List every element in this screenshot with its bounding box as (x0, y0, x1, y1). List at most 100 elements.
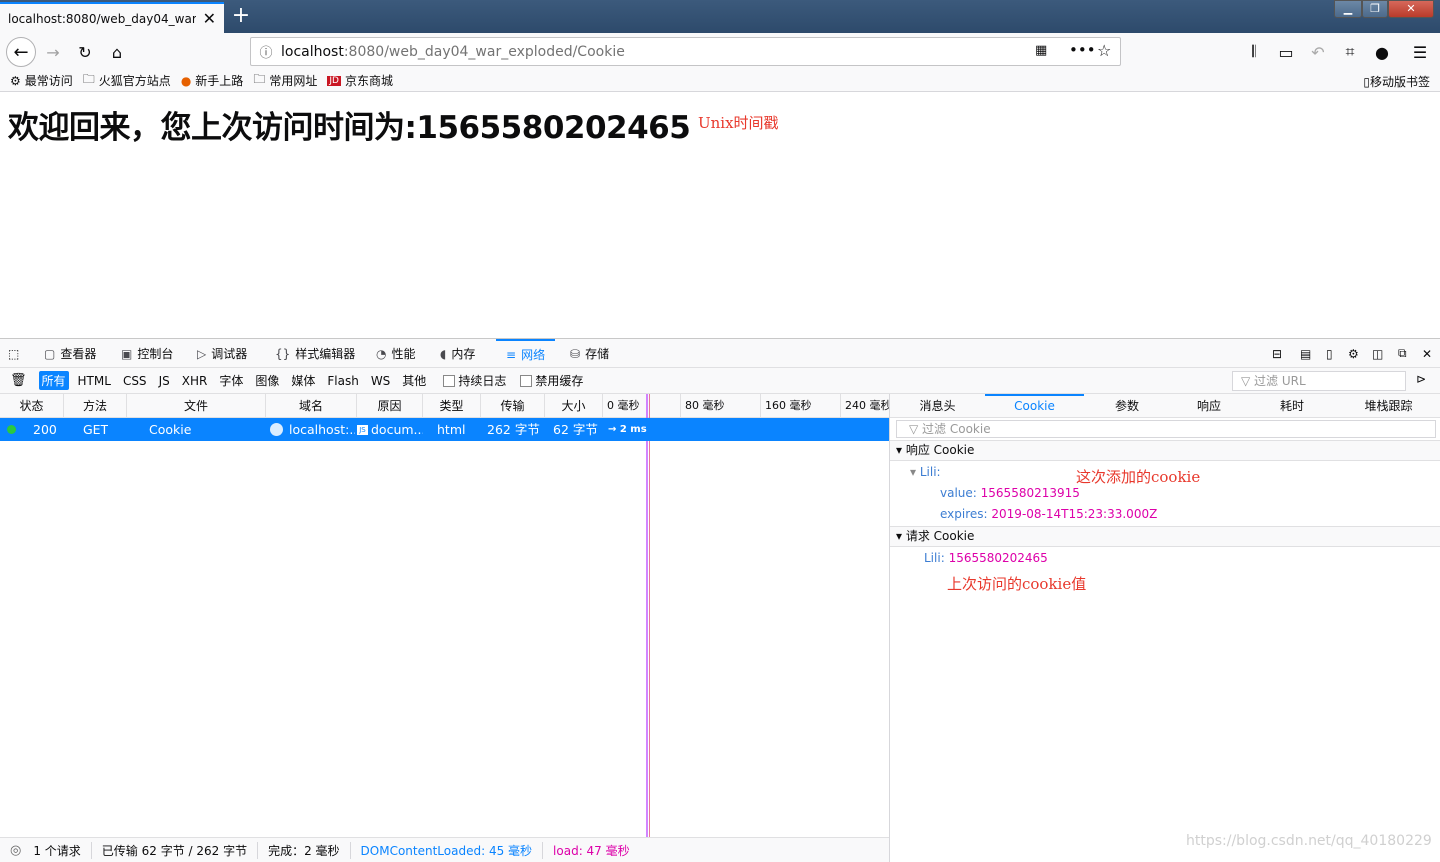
tab-style-editor[interactable]: {} 样式编辑器 (275, 339, 355, 368)
column-method[interactable]: 方法 (64, 394, 127, 418)
tab-params[interactable]: 参数 (1084, 394, 1170, 418)
undo-icon[interactable]: ↶ (1307, 41, 1329, 63)
url-text: localhost:8080/web_day04_war_exploded/Co… (281, 43, 625, 60)
column-transferred[interactable]: 传输 (481, 394, 545, 418)
filter-html[interactable]: HTML (75, 373, 114, 389)
close-devtools-icon[interactable]: ✕ (1422, 339, 1432, 368)
tab-debugger[interactable]: ▷ 调试器 (197, 339, 247, 368)
status-request-count: 1 个请求 (33, 841, 92, 859)
network-table-header: 状态 方法 文件 域名 原因 类型 传输 大小 0 毫秒 80 毫秒 160 毫… (0, 394, 889, 837)
filter-ws[interactable]: WS (368, 373, 393, 389)
tab-network[interactable]: ≡ 网络 (496, 339, 556, 368)
element-picker-icon[interactable]: ⬚ (8, 339, 19, 368)
new-tab-button[interactable]: + (230, 2, 252, 30)
reload-button[interactable]: ↻ (74, 41, 96, 63)
filter-fonts[interactable]: 字体 (216, 371, 246, 390)
info-icon[interactable]: ⓘ (251, 42, 281, 61)
tab-response[interactable]: 响应 (1170, 394, 1248, 418)
menu-icon[interactable]: ☰ (1409, 41, 1431, 63)
bookmark-common-sites[interactable]: 🗀 常用网址 (253, 70, 317, 91)
tab-stack-trace[interactable]: 堆栈跟踪 (1336, 394, 1440, 418)
home-button[interactable]: ⌂ (106, 41, 128, 63)
jd-logo-icon: JD (327, 75, 341, 86)
bookmark-most-visited[interactable]: ⚙ 最常访问 (10, 72, 73, 89)
expand-arrow-icon: ▾ (910, 465, 917, 479)
debugger-icon: ▷ (197, 346, 207, 361)
cookie-filter-input[interactable]: ▽ 过滤 Cookie (896, 420, 1436, 438)
status-finish: 完成：2 毫秒 (268, 841, 351, 859)
performance-icon[interactable]: ◎ (10, 843, 21, 858)
bookmark-star-icon[interactable]: ☆ (1097, 41, 1111, 60)
filter-xhr[interactable]: XHR (179, 373, 211, 389)
split-console-icon[interactable]: ▤ (1300, 339, 1311, 368)
responsive-icon[interactable]: ▯ (1326, 339, 1333, 368)
column-file[interactable]: 文件 (127, 394, 266, 418)
dock-side-icon[interactable]: ◫ (1372, 339, 1383, 368)
filter-images[interactable]: 图像 (252, 371, 282, 390)
tab-console[interactable]: ▣ 控制台 (121, 339, 173, 368)
screenshot-icon[interactable]: ⌗ (1339, 41, 1361, 63)
close-tab-icon[interactable]: ✕ (203, 9, 216, 28)
row-file: Cookie (149, 422, 192, 437)
window-close-button[interactable]: ✕ (1388, 0, 1434, 18)
mobile-bookmarks[interactable]: ▯移动版书签 (1363, 73, 1430, 90)
sidebar-icon[interactable]: ▭ (1275, 41, 1297, 63)
qr-code-icon[interactable]: ▦ (1035, 43, 1047, 58)
back-button[interactable]: ← (6, 37, 36, 67)
row-method: GET (83, 422, 109, 437)
tab-memory[interactable]: ◖ 内存 (440, 339, 475, 368)
details-tabs: 消息头 Cookie 参数 响应 耗时 堆栈跟踪 (890, 394, 1440, 418)
forward-button[interactable]: → (42, 41, 64, 63)
disable-cache-checkbox[interactable]: 禁用缓存 (520, 372, 583, 389)
tab-storage[interactable]: ⛁ 存储 (570, 339, 609, 368)
minimize-button[interactable]: ▁ (1334, 0, 1362, 18)
request-cookie-row: Lili: 1565580202465 (924, 551, 1048, 565)
status-dom-loaded: DOMContentLoaded: 45 毫秒 (361, 841, 544, 859)
filter-css[interactable]: CSS (120, 373, 150, 389)
column-type[interactable]: 类型 (423, 394, 481, 418)
page-actions-icon[interactable]: ••• (1069, 41, 1096, 59)
request-cookies-header[interactable]: ▾ 请求 Cookie (890, 526, 1440, 547)
maximize-button[interactable]: ❐ (1362, 0, 1388, 18)
tab-inspector[interactable]: ▢ 查看器 (44, 339, 96, 368)
response-cookies-header[interactable]: ▾ 响应 Cookie (890, 440, 1440, 461)
tab-cookies[interactable]: Cookie (985, 394, 1084, 418)
filter-flash[interactable]: Flash (324, 373, 361, 389)
url-filter-input[interactable]: ▽ 过滤 URL (1232, 371, 1406, 391)
status-load: load: 47 毫秒 (553, 843, 630, 858)
chat-icon[interactable]: ● (1371, 41, 1393, 63)
collapse-arrow-icon: ▾ (896, 443, 903, 457)
timeline-tick-240: 240 毫秒 (845, 399, 889, 412)
tab-headers[interactable]: 消息头 (890, 394, 985, 418)
bookmark-firefox-site[interactable]: 🗀 火狐官方站点 (83, 70, 171, 91)
response-cookie-name[interactable]: ▾ Lili: (910, 465, 941, 479)
tab-timings[interactable]: 耗时 (1248, 394, 1336, 418)
annotation-unix-timestamp: Unix时间戳 (698, 114, 779, 132)
tab-performance[interactable]: ◔ 性能 (376, 339, 416, 368)
globe-icon (270, 423, 283, 436)
dom-content-loaded-line (646, 394, 648, 837)
undock-icon[interactable]: ⧉ (1398, 339, 1407, 368)
library-icon[interactable]: 𝄃 (1243, 41, 1265, 63)
persist-log-checkbox[interactable]: 持续日志 (443, 372, 506, 389)
filter-media[interactable]: 媒体 (288, 371, 318, 390)
column-status[interactable]: 状态 (0, 394, 64, 418)
firefox-icon: ● (180, 73, 192, 88)
filter-all[interactable]: 所有 (38, 371, 69, 390)
filter-other[interactable]: 其他 (399, 371, 429, 390)
filter-js[interactable]: JS (156, 373, 173, 389)
column-cause[interactable]: 原因 (357, 394, 423, 418)
column-domain[interactable]: 域名 (266, 394, 357, 418)
network-icon: ≡ (506, 347, 517, 362)
trash-icon[interactable]: 🗑 (10, 373, 27, 388)
bookmark-getting-started[interactable]: ● 新手上路 (181, 72, 244, 89)
toggle-panel-icon[interactable]: ⊳ (1416, 372, 1426, 386)
layout-icon[interactable]: ⊟ (1272, 339, 1282, 368)
column-size[interactable]: 大小 (545, 394, 603, 418)
url-bar[interactable]: ⓘ localhost:8080/web_day04_war_exploded/… (250, 37, 1121, 66)
bookmark-jd[interactable]: JD 京东商城 (327, 72, 393, 89)
browser-tab[interactable]: localhost:8080/web_day04_war_exploded/Co… (0, 2, 224, 33)
status-ok-icon (7, 425, 16, 434)
table-row[interactable]: 200 GET Cookie localhost:... JS docum...… (0, 418, 889, 441)
settings-gear-icon[interactable]: ⚙ (1348, 339, 1359, 368)
